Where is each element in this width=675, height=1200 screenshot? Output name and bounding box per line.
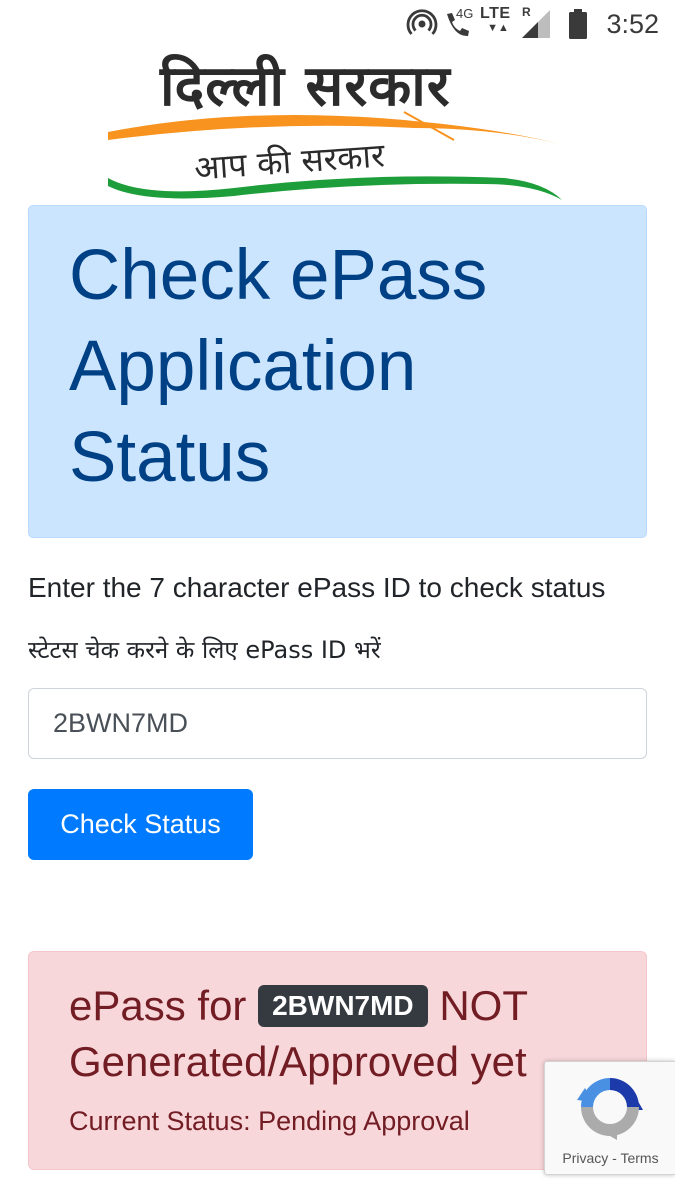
- page-header-card: Check ePass Application Status: [28, 205, 647, 538]
- signal-icon: R: [520, 5, 552, 40]
- instruction-hindi: स्टेटस चेक करने के लिए ePass ID भरें: [28, 636, 381, 664]
- recaptcha-links[interactable]: Privacy - Terms: [545, 1150, 675, 1166]
- status-bar: 4G LTE ▼▲ R 3:52: [0, 0, 675, 48]
- clock: 3:52: [606, 9, 659, 39]
- lte-label: LTE: [480, 5, 511, 22]
- epass-id-input[interactable]: [28, 688, 647, 759]
- roaming-label: R: [522, 5, 531, 19]
- check-status-button[interactable]: Check Status: [28, 789, 253, 860]
- battery-icon: [568, 8, 588, 40]
- current-status: Current Status: Pending Approval: [69, 1106, 470, 1136]
- recaptcha-badge[interactable]: Privacy - Terms: [544, 1061, 675, 1175]
- result-prefix: ePass for: [69, 982, 247, 1029]
- wifi-calling-icon: 4G: [442, 6, 474, 40]
- page-title: Check ePass Application Status: [69, 236, 488, 497]
- delhi-government-logo: दिल्ली सरकार आप की सरकार: [104, 46, 564, 206]
- recaptcha-icon: [577, 1078, 643, 1140]
- hotspot-icon: [406, 8, 438, 40]
- epass-id-badge: 2BWN7MD: [258, 985, 428, 1027]
- network-4g-label: 4G: [456, 6, 474, 21]
- instruction-english: Enter the 7 character ePass ID to check …: [28, 572, 606, 603]
- lte-data-arrows-icon: ▼▲: [487, 22, 509, 34]
- lte-indicator: LTE ▼▲: [480, 6, 516, 38]
